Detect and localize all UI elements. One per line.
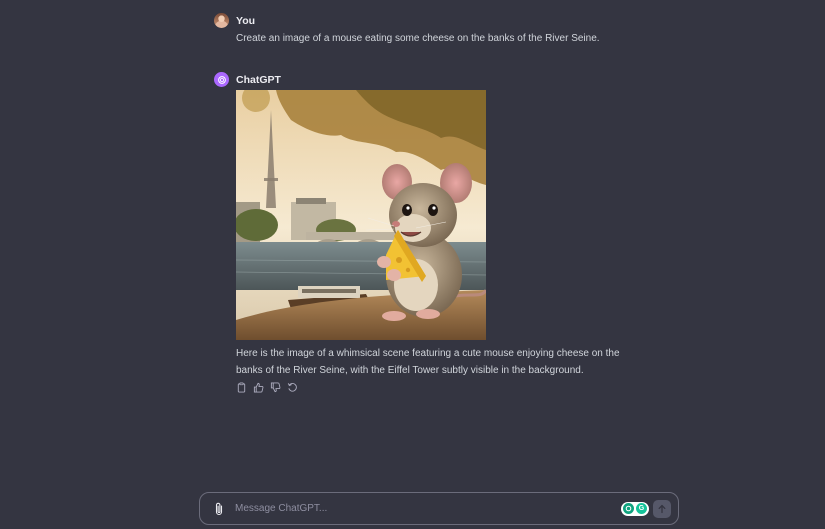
send-button[interactable] bbox=[653, 499, 671, 518]
user-author-name: You bbox=[236, 14, 256, 27]
regenerate-icon[interactable] bbox=[287, 382, 298, 393]
message-input[interactable] bbox=[235, 498, 621, 519]
assistant-message-header: ChatGPT bbox=[214, 72, 636, 87]
thumbs-up-icon[interactable] bbox=[253, 382, 264, 393]
thumbs-down-icon[interactable] bbox=[270, 382, 281, 393]
copy-icon[interactable] bbox=[236, 382, 247, 393]
assistant-message-text: Here is the image of a whimsical scene f… bbox=[236, 348, 620, 376]
message-composer: G bbox=[199, 492, 679, 525]
user-message: You Create an image of a mouse eating so… bbox=[214, 13, 600, 44]
user-message-text: Create an image of a mouse eating some c… bbox=[236, 33, 600, 44]
user-message-header: You bbox=[214, 13, 600, 28]
chatgpt-avatar bbox=[214, 72, 229, 87]
chat-page: You Create an image of a mouse eating so… bbox=[0, 0, 825, 529]
openai-logo-icon bbox=[217, 75, 226, 84]
message-actions bbox=[236, 382, 636, 393]
arrow-up-icon bbox=[658, 504, 666, 513]
paperclip-icon[interactable] bbox=[212, 502, 226, 516]
grammarly-icon[interactable]: G bbox=[636, 503, 647, 514]
green-extension-icon[interactable] bbox=[623, 503, 634, 514]
user-avatar bbox=[214, 13, 229, 28]
extension-badges[interactable]: G bbox=[621, 501, 649, 516]
assistant-author-name: ChatGPT bbox=[236, 73, 281, 86]
generated-image[interactable] bbox=[236, 90, 486, 340]
assistant-message: ChatGPT Here is the image of a whimsical… bbox=[214, 72, 636, 393]
